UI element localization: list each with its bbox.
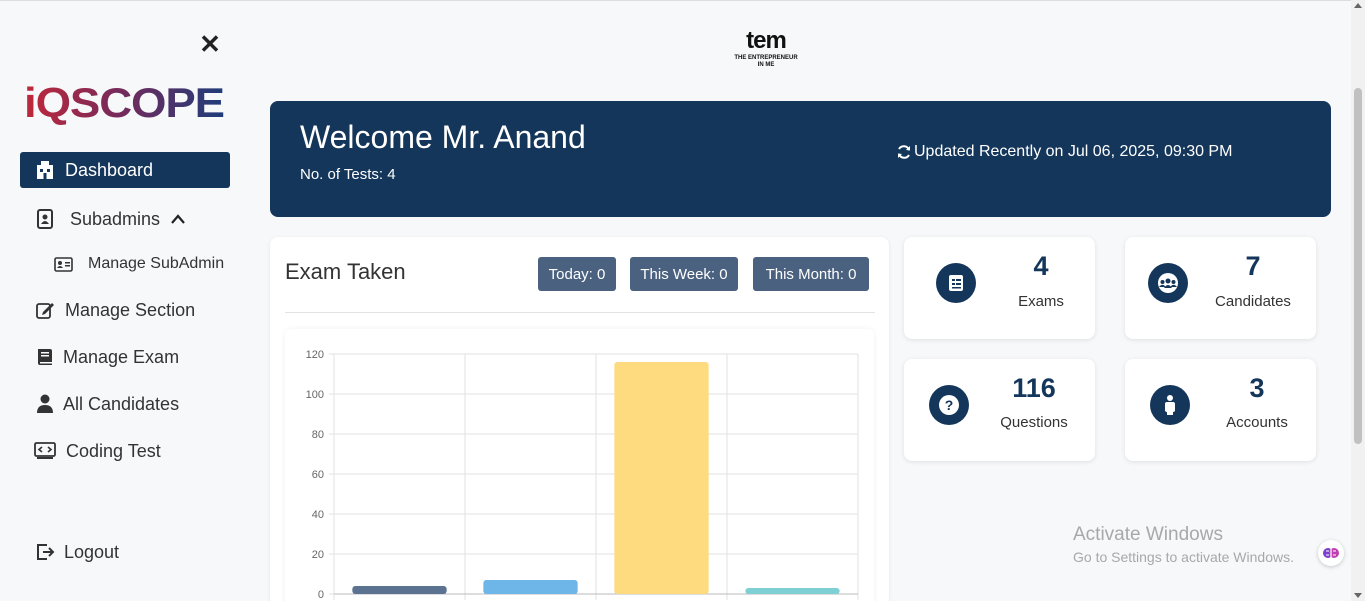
y-tick-label: 60 — [312, 469, 324, 481]
chart-bar — [614, 362, 709, 594]
tem-logo-line1: THE ENTREPRENEUR — [734, 55, 798, 61]
sidebar-item-label: Manage SubAdmin — [88, 255, 225, 272]
sidebar-item-label: Dashboard — [65, 159, 154, 180]
welcome-banner: Welcome Mr. Anand No. of Tests: 4 Update… — [270, 101, 1331, 217]
stat-value: 4 — [1033, 251, 1049, 281]
stat-label: Exams — [1018, 293, 1064, 310]
stat-value: 116 — [1012, 373, 1056, 403]
logout-button[interactable]: Logout — [20, 534, 230, 570]
sidebar-item-manage-subadmin[interactable]: Manage SubAdmin — [54, 252, 224, 276]
week-filter-button[interactable]: This Week: 0 — [630, 257, 738, 291]
contacts-icon — [34, 208, 56, 230]
stat-label: Accounts — [1226, 414, 1288, 431]
exam-taken-title: Exam Taken — [285, 259, 406, 284]
divider — [285, 312, 875, 313]
group-icon — [1148, 263, 1188, 303]
today-filter-button[interactable]: Today: 0 — [538, 257, 616, 291]
stat-value: 7 — [1245, 251, 1261, 281]
person-icon — [1150, 385, 1190, 425]
sidebar-item-label: Manage Section — [65, 299, 196, 320]
id-card-icon — [54, 255, 74, 273]
sidebar-item-manage-exam[interactable]: Manage Exam — [20, 339, 230, 375]
stat-label: Candidates — [1215, 293, 1291, 310]
chart-bar — [352, 586, 447, 594]
month-filter-button[interactable]: This Month: 0 — [753, 257, 869, 291]
chart-bar — [745, 588, 840, 594]
question-icon: ? — [929, 385, 969, 425]
y-tick-label: 0 — [318, 589, 324, 601]
edit-icon — [34, 299, 56, 321]
updated-status: Updated Recently on Jul 06, 2025, 09:30 … — [896, 143, 1232, 161]
code-icon — [34, 440, 56, 462]
activate-windows-watermark: Activate Windows Go to Settings to activ… — [1073, 524, 1294, 565]
stat-value: 3 — [1249, 373, 1265, 403]
y-tick-label: 20 — [312, 549, 324, 561]
tem-logo-main: tem — [746, 27, 787, 54]
scroll-up-icon[interactable] — [1354, 3, 1362, 8]
sidebar-item-label: Manage Exam — [63, 346, 180, 367]
sidebar-item-manage-section[interactable]: Manage Section — [20, 292, 230, 328]
brain-icon[interactable] — [1318, 540, 1344, 566]
svg-text:?: ? — [945, 397, 954, 413]
sidebar-item-dashboard[interactable]: Dashboard — [20, 152, 230, 188]
y-tick-label: 100 — [306, 389, 324, 401]
close-icon[interactable]: ✕ — [199, 31, 221, 57]
topbar: tem THE ENTREPRENEUR IN ME — [250, 0, 1351, 100]
exam-list-icon — [936, 263, 976, 303]
sidebar-item-label: Coding Test — [66, 440, 161, 461]
y-tick-label: 120 — [306, 349, 324, 361]
tem-logo: tem THE ENTREPRENEUR IN ME — [730, 27, 802, 75]
chevron-up-icon[interactable] — [170, 213, 186, 225]
tem-logo-line2: IN ME — [757, 62, 775, 68]
watermark-subtitle: Go to Settings to activate Windows. — [1073, 549, 1294, 565]
stat-label: Questions — [1000, 414, 1068, 431]
sidebar-item-label: Subadmins — [70, 208, 161, 229]
y-tick-label: 80 — [312, 429, 324, 441]
page-scrollbar[interactable] — [1351, 0, 1365, 601]
chart-bar — [483, 580, 578, 594]
exam-chart: 0 20 40 60 80 100 120 — [285, 329, 874, 601]
welcome-title: Welcome Mr. Anand — [300, 119, 586, 155]
building-icon — [34, 159, 56, 181]
sidebar: ✕ iQSCOPE Dashboard Subadmins Manage Sub — [0, 0, 250, 601]
stat-card-exams[interactable]: 4 Exams — [904, 237, 1095, 339]
exam-chart-svg: 0 20 40 60 80 100 120 — [306, 349, 859, 601]
exam-taken-card: Exam Taken Today: 0 This Week: 0 This Mo… — [270, 237, 889, 601]
user-icon — [34, 393, 56, 415]
updated-text: Updated Recently on Jul 06, 2025, 09:30 … — [914, 143, 1233, 160]
sidebar-item-coding-test[interactable]: Coding Test — [20, 433, 230, 469]
brand-text: iQSCOPE — [24, 81, 224, 125]
refresh-icon[interactable] — [896, 144, 912, 160]
stat-card-questions[interactable]: ? 116 Questions — [904, 359, 1095, 461]
iqscope-logo: iQSCOPE — [24, 81, 225, 125]
sidebar-item-label: All Candidates — [63, 393, 180, 414]
book-icon — [34, 346, 56, 368]
stat-card-accounts[interactable]: 3 Accounts — [1125, 359, 1316, 461]
logout-icon — [34, 541, 56, 563]
stat-card-candidates[interactable]: 7 Candidates — [1125, 237, 1316, 339]
sidebar-item-subadmins[interactable]: Subadmins — [20, 201, 230, 237]
logout-label: Logout — [64, 541, 120, 562]
y-tick-label: 40 — [312, 509, 324, 521]
watermark-title: Activate Windows — [1073, 524, 1223, 545]
scroll-thumb[interactable] — [1354, 88, 1362, 444]
tests-count: No. of Tests: 4 — [300, 166, 396, 183]
scroll-down-icon[interactable] — [1354, 593, 1362, 598]
sidebar-item-all-candidates[interactable]: All Candidates — [20, 386, 230, 422]
